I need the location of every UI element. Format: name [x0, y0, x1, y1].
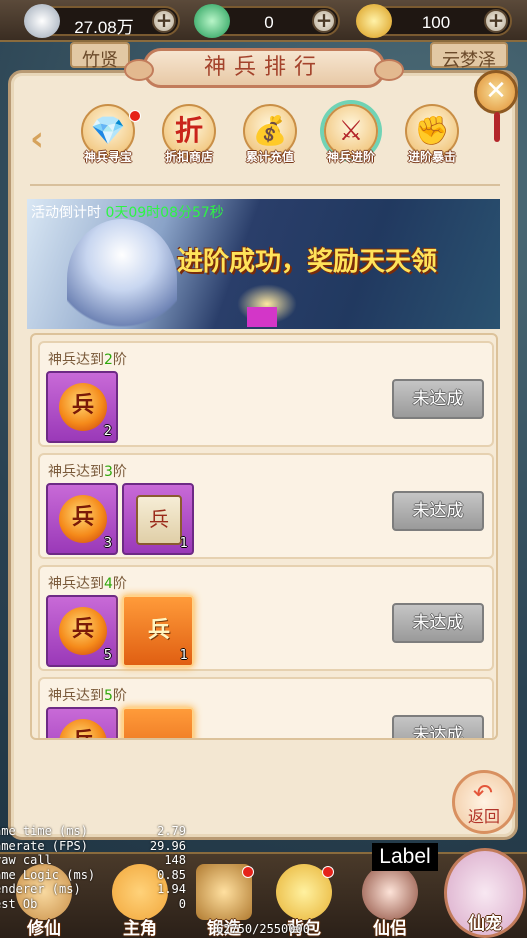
requirement-text: 神兵达到2阶: [48, 352, 127, 368]
reward-item[interactable]: 兵 1: [122, 595, 194, 667]
tab-discount-shop[interactable]: 折 折扣商店: [158, 104, 220, 174]
weapon-gem-icon: 兵: [59, 719, 107, 738]
silver-icon: [24, 4, 60, 38]
debug-stats: ame time (ms)2.79 amerate (FPS)29.96 raw…: [0, 824, 190, 914]
reward-item[interactable]: 兵 3: [46, 483, 118, 555]
gold-counter: 100 +: [356, 4, 512, 38]
nav-label: 仙宠: [468, 914, 502, 934]
return-arrow-icon: ↶: [473, 779, 494, 807]
reward-row: 神兵达到5阶 兵 未达成: [38, 677, 494, 738]
tab-label: 累计充值: [245, 150, 294, 164]
tab-label: 神兵寻宝: [83, 150, 132, 164]
nav-label: 主角: [123, 919, 157, 938]
reward-list[interactable]: 神兵达到2阶 兵 2 未达成 神兵达到3阶 兵 3 兵 1 未达成 神兵达到4阶…: [30, 333, 498, 740]
weapon-icon: 兵: [147, 618, 170, 643]
claim-button-unreached[interactable]: 未达成: [392, 491, 484, 531]
tabs-prev-arrow-icon[interactable]: ‹: [30, 122, 58, 158]
tab-weapon-advance[interactable]: ⚔ 神兵进阶: [320, 104, 382, 174]
close-icon[interactable]: ✕: [474, 70, 518, 114]
requirement-text: 神兵达到5阶: [48, 688, 127, 704]
tab-label: 折扣商店: [164, 150, 213, 164]
divider: [30, 184, 500, 186]
jade-value: 0: [264, 13, 274, 32]
nav-companion[interactable]: 仙侣: [350, 860, 430, 938]
reward-row: 神兵达到3阶 兵 3 兵 1 未达成: [38, 453, 494, 559]
silver-counter: 27.08万 +: [24, 4, 180, 38]
background-tab-2: 云梦泽: [430, 42, 508, 71]
back-button-label: 返回: [467, 807, 500, 826]
coin-progress: 62750/2550000: [216, 922, 310, 936]
tassel-decoration: [494, 112, 500, 142]
weapon-gem-icon: 兵: [59, 495, 107, 543]
countdown-label: 活动倒计时: [31, 205, 101, 221]
silver-value: 27.08万: [74, 18, 134, 37]
companion-icon: [362, 864, 418, 920]
notification-dot: [242, 866, 254, 878]
requirement-text: 神兵达到4阶: [48, 576, 127, 592]
claim-button-unreached[interactable]: 未达成: [392, 715, 484, 738]
background-tab-1: 竹贤: [70, 42, 130, 71]
back-button[interactable]: ↶ 返回: [452, 770, 516, 834]
add-gold-button[interactable]: +: [484, 9, 508, 33]
nav-pet[interactable]: 仙宠: [444, 848, 526, 938]
event-banner: 活动倒计时 0天09时08分57秒 进阶成功，奖励天天领: [27, 199, 500, 329]
reward-item[interactable]: 兵: [46, 707, 118, 738]
weapon-icon: [132, 719, 186, 738]
jade-counter: 0 +: [194, 4, 340, 38]
reward-item[interactable]: 兵 2: [46, 371, 118, 443]
item-count: 1: [179, 648, 188, 663]
countdown-value: 0天09时08分57秒: [105, 205, 224, 221]
nav-label: 仙侣: [373, 919, 407, 938]
add-jade-button[interactable]: +: [312, 9, 336, 33]
item-count: 5: [103, 648, 112, 663]
reward-item[interactable]: 兵 1: [122, 483, 194, 555]
tab-recharge[interactable]: 💰 累计充值: [239, 104, 301, 174]
weapon-gem-icon: 兵: [59, 607, 107, 655]
stat-row: ame time (ms) 2.79: [0, 824, 186, 838]
reward-item[interactable]: 兵 5: [46, 595, 118, 667]
gift-box-decoration: [247, 307, 277, 327]
nav-label: 修仙: [27, 919, 61, 938]
gold-value: 100: [421, 13, 451, 32]
banner-slogan: 进阶成功，奖励天天领: [177, 247, 438, 277]
resource-bar: 27.08万 + 0 + 100 +: [0, 0, 527, 42]
stat-row: amerate (FPS) 29.96: [0, 838, 186, 853]
requirement-text: 神兵达到3阶: [48, 464, 127, 480]
countdown: 活动倒计时 0天09时08分57秒: [31, 202, 224, 222]
notification-dot: [322, 866, 334, 878]
add-silver-button[interactable]: +: [152, 9, 176, 33]
item-count: 3: [103, 536, 112, 551]
claim-button-unreached[interactable]: 未达成: [392, 603, 484, 643]
activity-tabs: 💎 神兵寻宝 折 折扣商店 💰 累计充值 ⚔ 神兵进阶 ✊ 进阶暴击: [77, 104, 477, 174]
stat-row: est Ob0: [0, 896, 186, 911]
stat-row: raw call148: [0, 853, 186, 867]
stat-row: enderer (ms) 1.94: [0, 882, 186, 896]
panel-title: 神兵排行: [124, 48, 404, 88]
reward-row: 神兵达到2阶 兵 2 未达成: [38, 341, 494, 447]
tab-label: 进阶暴击: [407, 150, 456, 164]
weapon-gem-icon: 兵: [59, 383, 107, 431]
jade-icon: [194, 4, 230, 38]
tab-weapon-treasure[interactable]: 💎 神兵寻宝: [77, 104, 141, 174]
item-count: 2: [103, 424, 112, 439]
skill-scroll-icon: 兵: [136, 495, 182, 545]
notification-dot: [129, 110, 141, 122]
tab-advance-crit[interactable]: ✊ 进阶暴击: [401, 104, 463, 174]
stat-row: ame Logic (ms) 0.85: [0, 867, 186, 882]
hero-illustration: [67, 219, 177, 329]
claim-button-unreached[interactable]: 未达成: [392, 379, 484, 419]
reward-item[interactable]: [122, 707, 194, 738]
reward-row: 神兵达到4阶 兵 5 兵 1 未达成: [38, 565, 494, 671]
item-count: 1: [179, 536, 188, 551]
debug-label: Label: [372, 843, 438, 871]
tab-label: 神兵进阶: [326, 150, 375, 164]
gold-ingot-icon: [356, 4, 392, 38]
